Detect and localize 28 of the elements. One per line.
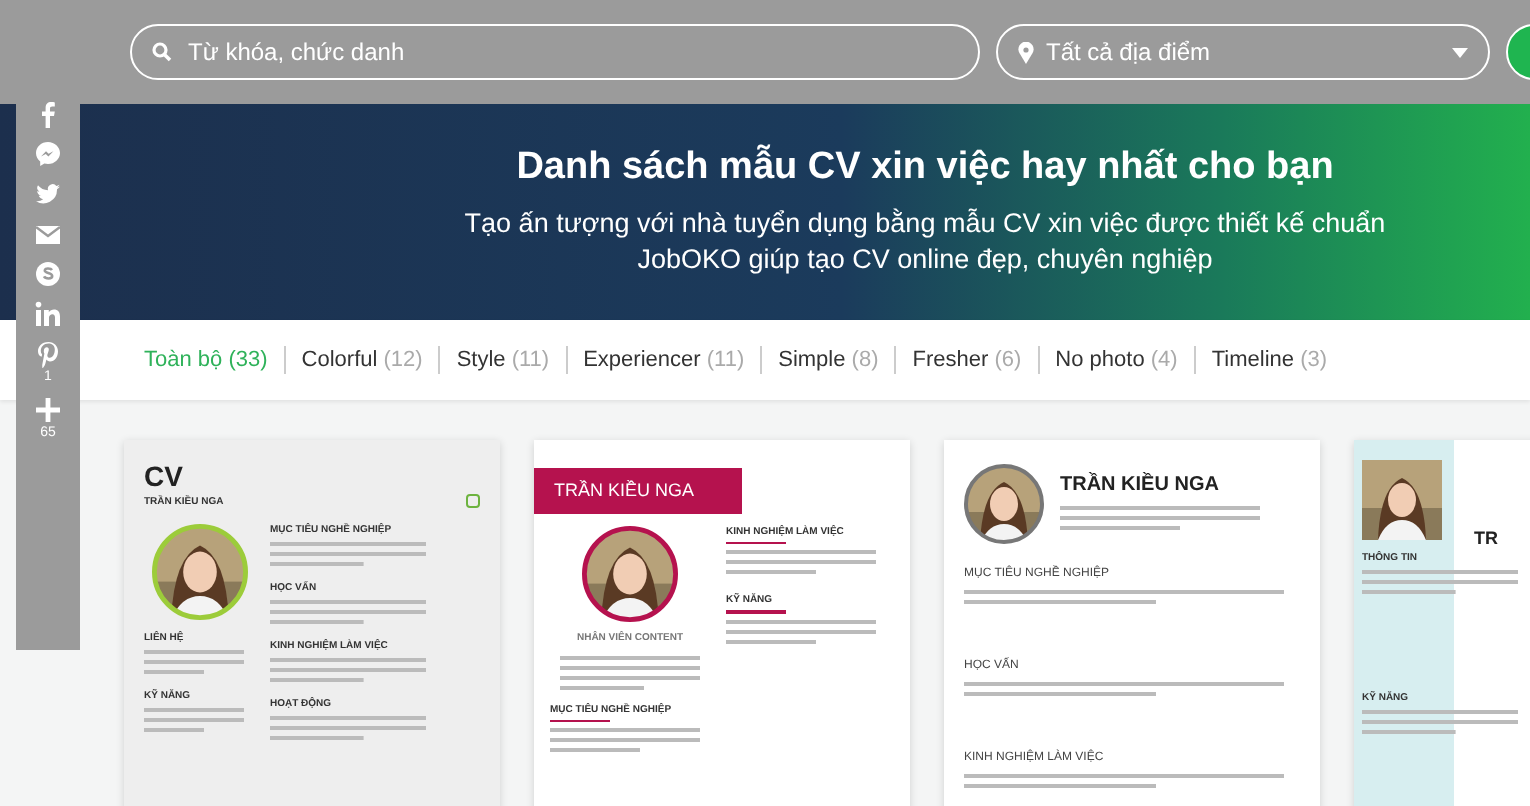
- pinterest-icon[interactable]: [34, 340, 62, 368]
- cv-name: TRẦN KIỀU NGA: [534, 468, 743, 514]
- messenger-icon[interactable]: [34, 140, 62, 168]
- location-pin-icon: [1018, 41, 1034, 63]
- filter-tab[interactable]: Style (11): [440, 348, 566, 372]
- cv-name: TR: [1474, 528, 1500, 550]
- text-lines-drawing: [144, 705, 244, 736]
- twitter-icon[interactable]: [34, 180, 62, 208]
- plus-icon[interactable]: [34, 396, 62, 424]
- banner-subtitle: Tạo ấn tượng với nhà tuyển dụng bằng mẫu CV xin việc được thiết kế chuẩn: [464, 206, 1386, 242]
- cv-heading: CV: [144, 460, 185, 494]
- text-lines-drawing: [144, 647, 244, 678]
- filter-tab[interactable]: Colorful (12): [285, 348, 439, 372]
- search-icon: [152, 42, 172, 62]
- filter-tab[interactable]: No photo (4): [1039, 348, 1194, 372]
- filter-tab[interactable]: Fresher (6): [896, 348, 1038, 372]
- skype-icon[interactable]: [34, 260, 62, 288]
- banner-title: Danh sách mẫu CV xin việc hay nhất cho bạn: [516, 146, 1334, 190]
- search-field[interactable]: Từ khóa, chức danh: [130, 24, 980, 80]
- filter-tab[interactable]: Experiencer (11): [567, 348, 761, 372]
- email-icon[interactable]: [34, 220, 62, 248]
- caret-icon: [1452, 47, 1468, 57]
- banner-subtitle: JobOKO giúp tạo CV online đẹp, chuyên nghiệp: [637, 242, 1213, 278]
- cv-name: TRẦN KIỀU NGA: [1060, 474, 1221, 498]
- filter-tab[interactable]: Simple (8): [762, 348, 895, 372]
- text-lines-drawing: [560, 653, 700, 694]
- linkedin-icon[interactable]: [34, 300, 62, 328]
- filter-tab[interactable]: Timeline (3): [1195, 348, 1344, 372]
